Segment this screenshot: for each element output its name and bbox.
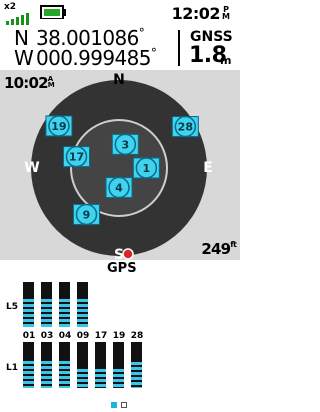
elevation-readout: 249ft <box>201 240 236 258</box>
satellite-4: 4 <box>105 176 133 199</box>
satellite-3: 3 <box>111 133 139 156</box>
prn-label-17: 17 <box>94 331 108 341</box>
compass-west: W <box>24 160 39 176</box>
satellite-17: 17 <box>62 145 90 168</box>
l1-bar-28-fill <box>131 362 142 388</box>
longitude-value: 000.999485 <box>36 46 151 70</box>
prn-label-19: 19 <box>112 331 126 341</box>
l1-bar-03-fill <box>41 361 52 388</box>
l5-bar-03-fill <box>41 299 52 327</box>
l1-bar-09 <box>77 342 88 388</box>
prn-label-04: 04 <box>58 331 72 341</box>
skyview-plot: N W E S 19 28317149 <box>24 72 213 260</box>
compass-north: N <box>113 72 125 88</box>
satellite-skyview[interactable]: N W E S 19 28 3 17 1 4 9 10:02A M 249ft GPS <box>0 70 240 276</box>
l1-band-label: L1 <box>6 363 18 373</box>
signal-multiplier: x2 <box>4 2 17 12</box>
l1-bar-04 <box>59 342 70 388</box>
l1-bar-17 <box>95 342 106 388</box>
prn-label-01: 01 <box>22 331 36 341</box>
signal-strength-panel[interactable]: L5 L1 01 03 04 09 17 19 28 <box>0 272 240 408</box>
divider <box>178 30 180 66</box>
satellite-label: 4 <box>115 182 123 195</box>
page-dot-inactive[interactable] <box>121 402 127 408</box>
battery-icon <box>40 5 66 19</box>
signal-bars-icon <box>6 13 29 25</box>
l1-bar-17-fill <box>95 369 106 388</box>
l5-band-label: L5 <box>6 302 18 312</box>
elevation-unit: ft <box>230 240 236 249</box>
l1-bar-04-fill <box>59 361 70 388</box>
satellite-label: 28 <box>178 121 193 134</box>
skyview-time-ampm: AM <box>47 75 55 89</box>
satellite-9: 9 <box>72 203 100 226</box>
status-bar: x2 12:02 PM <box>0 0 240 26</box>
page-dot-active[interactable] <box>111 402 117 408</box>
longitude-degree: ° <box>150 46 157 60</box>
l5-bar-09-fill <box>77 299 88 327</box>
l5-bar-01 <box>23 282 34 327</box>
l5-bar-01-fill <box>23 299 34 327</box>
l1-bar-28 <box>131 342 142 388</box>
l1-bar-09-fill <box>77 369 88 388</box>
position-marker <box>122 248 134 260</box>
skyview-time-value: 10:02 <box>4 74 49 92</box>
page-indicator[interactable] <box>111 393 131 412</box>
skyview-time: 10:02A M <box>4 74 55 92</box>
satellite-label: 19 <box>51 120 66 133</box>
satellite-label: 3 <box>121 138 129 151</box>
satellite-19: 19 <box>45 115 73 137</box>
l1-bar-19 <box>113 342 124 388</box>
clock-time: 12:02 <box>171 4 221 23</box>
accuracy-unit: m <box>220 54 232 67</box>
l5-bar-09 <box>77 282 88 327</box>
l1-bar-01-fill <box>23 361 34 388</box>
satellite-1: 1 <box>132 157 160 179</box>
l1-bar-01 <box>23 342 34 388</box>
compass-east: E <box>203 160 213 176</box>
clock-ampm: PM <box>222 5 230 21</box>
prn-label-28: 28 <box>130 331 144 341</box>
l1-bar-03 <box>41 342 52 388</box>
satellite-label: 17 <box>69 151 84 164</box>
prn-label-03: 03 <box>40 331 54 341</box>
longitude-hemisphere: W <box>14 46 34 70</box>
longitude-readout: W 000.999485° <box>14 46 157 70</box>
latitude-degree: ° <box>138 26 145 40</box>
satellite-label: 9 <box>83 208 91 221</box>
satellite-28: 28 <box>171 115 199 138</box>
prn-label-09: 09 <box>76 331 90 341</box>
l5-bar-04 <box>59 282 70 327</box>
l1-bar-19-fill <box>113 369 124 388</box>
elevation-value: 249 <box>201 240 231 258</box>
signal-strength-icon: x2 <box>4 2 34 25</box>
l5-bar-03 <box>41 282 52 327</box>
l5-bar-04-fill <box>59 299 70 327</box>
satellite-label: 1 <box>143 162 151 175</box>
